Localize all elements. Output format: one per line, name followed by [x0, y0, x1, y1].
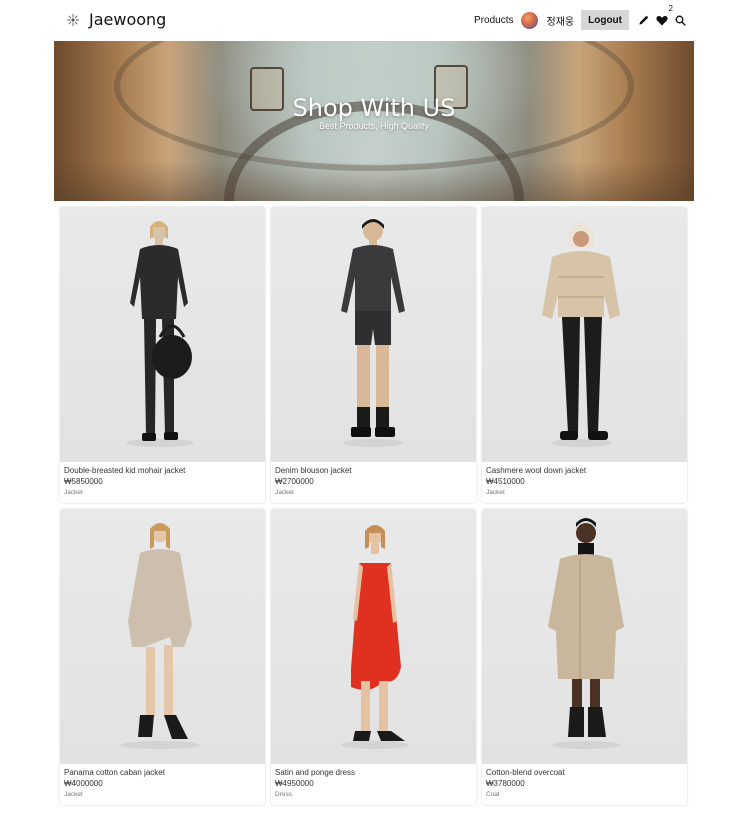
product-image[interactable] — [482, 509, 687, 764]
product-name[interactable]: Panama cotton caban jacket — [64, 768, 165, 777]
product-name[interactable]: Cotton-blend overcoat — [486, 768, 565, 777]
logout-button[interactable]: Logout — [581, 10, 629, 30]
product-image[interactable] — [60, 509, 265, 764]
product-name[interactable]: Cashmere wool down jacket — [486, 466, 586, 475]
product-image[interactable] — [60, 207, 265, 462]
product-card[interactable]: Double-breasted kid mohair jacket ₩58500… — [60, 207, 265, 503]
navbar-actions: Products 정재웅 Logout 2 — [474, 4, 690, 31]
product-name[interactable]: Denim blouson jacket — [275, 466, 351, 475]
product-category: Jacket — [64, 791, 83, 798]
heart-icon[interactable]: 2 — [654, 4, 673, 28]
hero-title: Shop With US — [292, 94, 456, 122]
product-card[interactable]: Satin and ponge dress ₩4950000 Dress — [271, 509, 476, 805]
product-image[interactable] — [482, 207, 687, 462]
product-price: ₩4000000 — [64, 779, 103, 788]
product-card[interactable]: Denim blouson jacket ₩2700000 Jacket — [271, 207, 476, 503]
product-price: ₩5850000 — [64, 477, 103, 486]
product-price: ₩4510000 — [486, 477, 525, 486]
product-grid: Double-breasted kid mohair jacket ₩58500… — [60, 207, 688, 805]
brand-name: Jaewoong — [89, 10, 167, 29]
pencil-icon[interactable] — [636, 12, 652, 28]
product-price: ₩3780000 — [486, 779, 525, 788]
product-name[interactable]: Double-breasted kid mohair jacket — [64, 466, 185, 475]
product-card[interactable]: Panama cotton caban jacket ₩4000000 Jack… — [60, 509, 265, 805]
product-price: ₩4950000 — [275, 779, 314, 788]
hero-subtitle: Best Products, High Quality — [318, 121, 430, 131]
product-image[interactable] — [271, 509, 476, 764]
product-category: Coat — [486, 791, 500, 798]
search-icon[interactable] — [672, 12, 688, 28]
products-link[interactable]: Products — [474, 15, 513, 26]
product-price: ₩2700000 — [275, 477, 314, 486]
user-name[interactable]: 정재웅 — [547, 13, 575, 28]
brand-logo-icon — [66, 13, 80, 27]
hero-floor-shade — [54, 161, 694, 201]
avatar[interactable] — [520, 11, 538, 29]
product-category: Dress — [275, 791, 292, 798]
product-category: Jacket — [486, 489, 505, 496]
product-card[interactable]: Cotton-blend overcoat ₩3780000 Coat — [482, 509, 687, 805]
brand-link[interactable]: Jaewoong — [66, 10, 166, 29]
product-category: Jacket — [275, 489, 294, 496]
navbar: Jaewoong Products 정재웅 Logout 2 — [0, 0, 742, 40]
product-name[interactable]: Satin and ponge dress — [275, 768, 355, 777]
product-image[interactable] — [271, 207, 476, 462]
hero-banner: Shop With US Best Products, High Quality — [54, 41, 694, 201]
product-category: Jacket — [64, 489, 83, 496]
product-card[interactable]: Cashmere wool down jacket ₩4510000 Jacke… — [482, 207, 687, 503]
